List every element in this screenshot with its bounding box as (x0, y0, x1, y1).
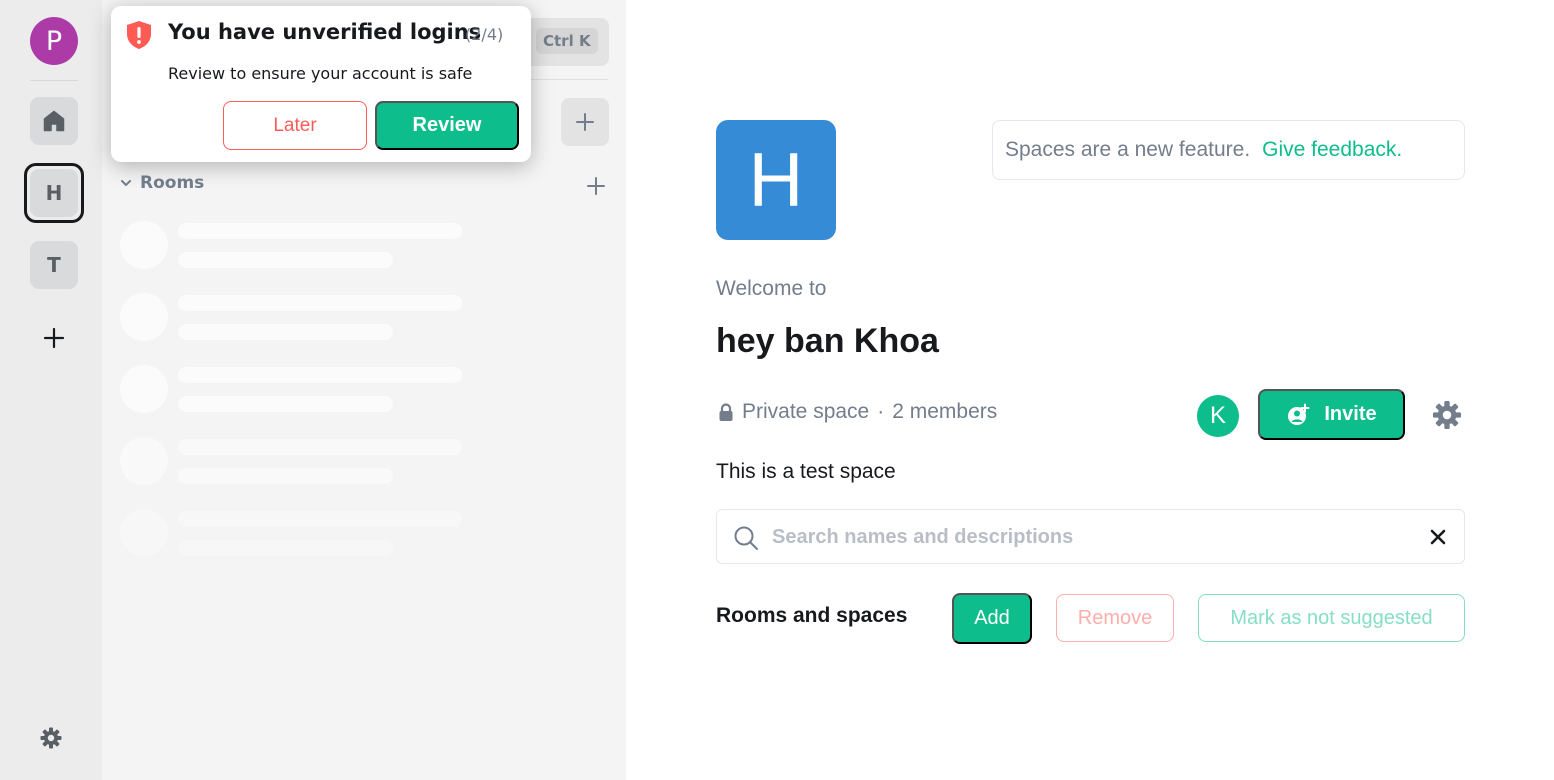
gear-icon (40, 727, 62, 749)
rooms-section-label: Rooms (140, 173, 205, 193)
plus-icon (576, 113, 594, 131)
feedback-text: Spaces are a new feature. (1005, 138, 1251, 161)
room-skeleton-row (120, 509, 464, 559)
lock-icon (719, 402, 733, 421)
room-skeleton-row (120, 221, 464, 271)
space-item-h[interactable]: H (30, 169, 78, 217)
space-home: H Spaces are a new feature. Give feedbac… (626, 0, 1554, 780)
welcome-label: Welcome to (716, 277, 827, 300)
add-button[interactable]: Add (952, 593, 1032, 644)
search-shortcut-hint: Ctrl K (536, 28, 598, 54)
toast-count: (2/4) (465, 25, 504, 44)
quick-settings-button[interactable] (38, 725, 64, 751)
invite-label: Invite (1324, 403, 1377, 425)
space-rail: P H T (0, 0, 102, 780)
meta-separator: · (877, 400, 885, 423)
space-topic: This is a test space (716, 460, 896, 483)
toast-title: You have unverified logins (168, 20, 482, 44)
search-input[interactable] (772, 518, 1412, 556)
remove-button[interactable]: Remove (1056, 594, 1174, 642)
room-skeleton-row (120, 293, 464, 343)
unverified-logins-toast: You have unverified logins (2/4) Review … (111, 6, 531, 162)
invite-button[interactable]: Invite (1258, 389, 1405, 440)
home-icon (43, 110, 65, 132)
feedback-banner: Spaces are a new feature. Give feedback. (992, 120, 1465, 180)
user-avatar[interactable]: P (30, 17, 78, 65)
space-initial: H (45, 181, 63, 205)
create-space-button[interactable] (40, 324, 68, 352)
rail-divider (30, 80, 78, 81)
give-feedback-link[interactable]: Give feedback. (1262, 138, 1402, 162)
space-visibility: Private space (742, 400, 870, 423)
space-settings-button[interactable] (1430, 398, 1464, 432)
chevron-down-icon (121, 180, 131, 186)
clear-search-button[interactable] (1427, 526, 1449, 548)
room-skeleton-row (120, 365, 464, 415)
member-count[interactable]: 2 members (892, 400, 997, 424)
add-room-button[interactable] (561, 98, 609, 146)
search-icon (734, 526, 758, 550)
space-avatar: H (716, 120, 836, 240)
plus-icon (43, 327, 65, 349)
space-item-t[interactable]: T (30, 241, 78, 289)
invite-user-icon (1288, 403, 1310, 425)
home-button[interactable] (30, 97, 78, 145)
later-button[interactable]: Later (223, 101, 367, 150)
rooms-section-header[interactable]: Rooms (120, 173, 204, 193)
close-icon (1430, 529, 1446, 545)
user-avatar-initial: P (45, 25, 63, 57)
space-meta: Private space · 2 members (718, 400, 997, 424)
toast-description: Review to ensure your account is safe (168, 64, 473, 83)
member-avatar[interactable]: K (1197, 395, 1239, 437)
plus-icon (587, 177, 605, 195)
gear-icon (1433, 401, 1461, 429)
rooms-and-spaces-heading: Rooms and spaces (716, 604, 908, 627)
room-skeleton-row (120, 437, 464, 487)
space-name: hey ban Khoa (716, 322, 939, 360)
shield-alert-icon (127, 21, 151, 49)
mark-not-suggested-button[interactable]: Mark as not suggested (1198, 594, 1465, 642)
add-room-to-section-button[interactable] (584, 174, 608, 198)
space-hierarchy-search (716, 509, 1465, 564)
space-initial: T (47, 253, 61, 277)
review-button[interactable]: Review (375, 101, 519, 150)
